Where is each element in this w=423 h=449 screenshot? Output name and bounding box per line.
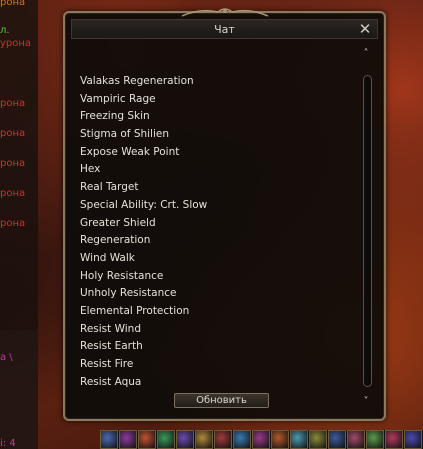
effects-list: Valakas Regeneration Vampiric Rage Freezin… xyxy=(80,73,350,391)
skill-bar xyxy=(100,430,423,449)
skill-slot-icon[interactable] xyxy=(309,430,327,449)
chat-log-strip: рона л. урона рона рона рона рона рона xyxy=(0,0,38,330)
scroll-up-icon[interactable]: ˄ xyxy=(361,49,371,59)
chat-log-line: і: 4 xyxy=(0,438,16,449)
effect-list-item[interactable]: Valakas Regeneration xyxy=(80,73,350,91)
effect-list-item[interactable]: Holy Resistance xyxy=(80,268,350,286)
skill-slot-icon[interactable] xyxy=(195,430,213,449)
skill-slot-icon[interactable] xyxy=(157,430,175,449)
chat-log-line: рона xyxy=(0,158,26,169)
skill-slot-icon[interactable] xyxy=(271,430,289,449)
effect-list-item[interactable]: Resist Earth xyxy=(80,338,350,356)
skill-slot-icon[interactable] xyxy=(214,430,232,449)
chat-log-line: рона xyxy=(0,0,26,8)
skill-slot-icon[interactable] xyxy=(385,430,403,449)
chat-log-line: рона xyxy=(0,188,26,199)
close-icon[interactable]: ✕ xyxy=(357,21,373,37)
effect-list-item[interactable]: Elemental Protection xyxy=(80,303,350,321)
skill-slot-icon[interactable] xyxy=(138,430,156,449)
effect-list-item[interactable]: Resist Wind xyxy=(80,321,350,339)
effect-list-item[interactable]: Hex xyxy=(80,161,350,179)
chat-log-line: л. xyxy=(0,25,10,36)
skill-slot-icon[interactable] xyxy=(176,430,194,449)
window-title: Чат xyxy=(214,23,235,36)
effect-list-item[interactable]: Greater Shield xyxy=(80,215,350,233)
effect-list-item[interactable]: Real Target xyxy=(80,179,350,197)
effect-list-item[interactable]: Unholy Resistance xyxy=(80,285,350,303)
effect-list-item[interactable]: Vampiric Rage xyxy=(80,91,350,109)
chat-window: Чат ✕ ˄ ˅ Valakas Regeneration Vampiric R… xyxy=(63,8,386,421)
skill-slot-icon[interactable] xyxy=(233,430,251,449)
effect-list-item[interactable]: Stigma of Shilien xyxy=(80,126,350,144)
effect-list-item[interactable]: Freezing Skin xyxy=(80,108,350,126)
chat-log-line: урона xyxy=(0,38,32,49)
scrollbar[interactable] xyxy=(363,75,372,387)
chat-log-strip-lower: а \ і: 4 xyxy=(0,330,38,449)
skill-slot-icon[interactable] xyxy=(100,430,118,449)
chat-log-line: рона xyxy=(0,98,26,109)
chat-log-line: рона xyxy=(0,128,26,139)
skill-slot-icon[interactable] xyxy=(328,430,346,449)
skill-slot-icon[interactable] xyxy=(252,430,270,449)
skill-slot-icon[interactable] xyxy=(404,430,422,449)
window-titlebar[interactable]: Чат ✕ xyxy=(71,19,378,39)
title-ornament-icon xyxy=(181,8,268,17)
refresh-button[interactable]: Обновить xyxy=(174,393,269,408)
effect-list-item[interactable]: Regeneration xyxy=(80,232,350,250)
chat-log-line: рона xyxy=(0,218,26,229)
skill-slot-icon[interactable] xyxy=(119,430,137,449)
effect-list-item[interactable]: Wind Walk xyxy=(80,250,350,268)
skill-slot-icon[interactable] xyxy=(290,430,308,449)
skill-slot-icon[interactable] xyxy=(347,430,365,449)
chat-log-line: а \ xyxy=(0,352,13,363)
effect-list-item[interactable]: Resist Fire xyxy=(80,356,350,374)
skill-slot-icon[interactable] xyxy=(366,430,384,449)
effect-list-item[interactable]: Expose Weak Point xyxy=(80,144,350,162)
effect-list-item[interactable]: Special Ability: Crt. Slow xyxy=(80,197,350,215)
effect-list-item[interactable]: Resist Aqua xyxy=(80,374,350,392)
scroll-down-icon[interactable]: ˅ xyxy=(361,397,371,407)
